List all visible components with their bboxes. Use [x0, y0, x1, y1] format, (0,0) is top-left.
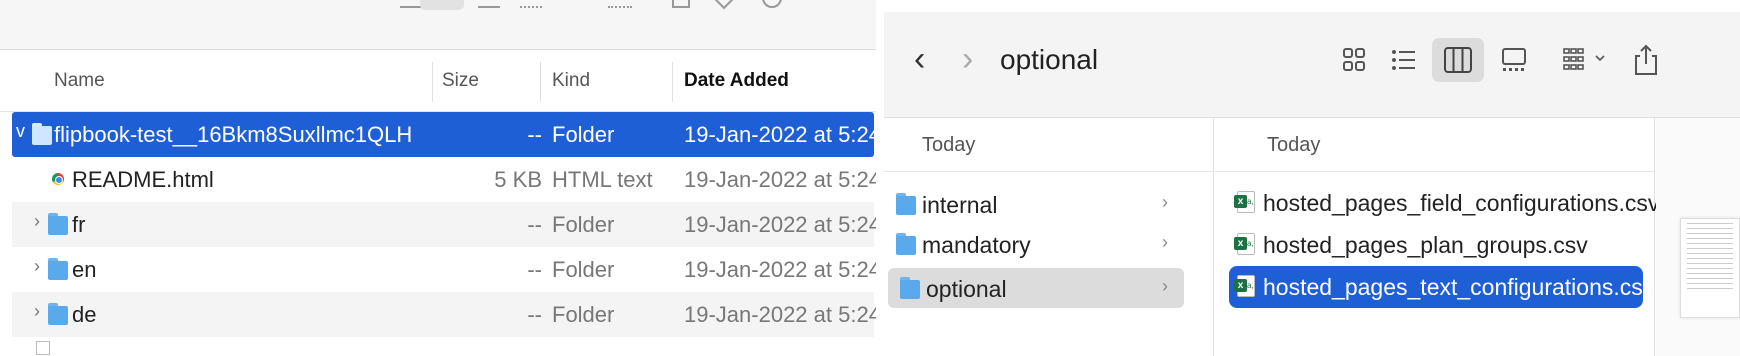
- column-header-label: Today: [922, 134, 976, 156]
- disclosure-open-icon[interactable]: v: [16, 121, 25, 142]
- list-row-readme[interactable]: README.html 5 KB HTML text 19-Jan-2022 a…: [12, 157, 876, 202]
- document-preview-thumbnail: [1680, 218, 1740, 318]
- list-view-icon[interactable]: [420, 0, 464, 10]
- item-date: 19-Jan-2022 at 5:24 PM: [684, 302, 876, 327]
- right-finder-window: ‹ › optional Today internal › mandatory …: [884, 12, 1740, 356]
- chevron-right-icon: ›: [1162, 276, 1168, 296]
- item-date: 19-Jan-2022 at 5:24 PM: [684, 122, 876, 147]
- column-header: Today: [1215, 118, 1654, 172]
- item-name: flipbook-test__16Bkm8Suxllmc1QLH: [54, 122, 413, 147]
- folder-icon: [48, 213, 68, 241]
- column-view-icon[interactable]: [478, 0, 500, 8]
- folder-icon: [32, 123, 52, 151]
- list-row-en[interactable]: › en -- Folder 19-Jan-2022 at 5:24 PM: [12, 247, 876, 292]
- group-icon[interactable]: [608, 0, 632, 8]
- window-gap: [876, 0, 884, 356]
- column-header: Today: [884, 118, 1213, 172]
- column-date-added[interactable]: Date Added: [684, 70, 789, 92]
- chrome-icon: [52, 168, 64, 194]
- item-date: 19-Jan-2022 at 5:24 PM: [684, 257, 876, 282]
- column-divider[interactable]: [540, 62, 541, 102]
- column-divider[interactable]: [432, 62, 433, 102]
- chevron-right-icon: ›: [1162, 192, 1168, 212]
- item-size: --: [527, 302, 542, 327]
- file-row[interactable]: hosted_pages_field_configurations.csv: [1229, 182, 1659, 224]
- column-view-icon[interactable]: [1432, 38, 1484, 82]
- column-size[interactable]: Size: [442, 70, 479, 92]
- disclosure-closed-icon[interactable]: ›: [34, 301, 40, 322]
- item-kind: Folder: [552, 302, 615, 327]
- folder-icon: [896, 233, 916, 261]
- folder-icon: [896, 193, 916, 221]
- file-name: hosted_pages_plan_groups.csv: [1263, 232, 1588, 258]
- column-header-label: Today: [1267, 134, 1321, 156]
- gallery-view-icon[interactable]: [520, 0, 542, 8]
- file-name: hosted_pages_field_configurations.csv: [1263, 190, 1660, 216]
- folder-name: internal: [922, 192, 998, 218]
- gallery-view-icon[interactable]: [1496, 42, 1532, 78]
- item-size: --: [527, 257, 542, 282]
- item-kind: Folder: [552, 212, 615, 237]
- item-name: fr: [72, 212, 86, 237]
- back-button[interactable]: ‹: [914, 40, 925, 79]
- item-date: 19-Jan-2022 at 5:24 PM: [684, 167, 876, 192]
- disclosure-closed-icon[interactable]: ›: [34, 256, 40, 277]
- group-by-icon[interactable]: [1560, 42, 1614, 78]
- item-date: 19-Jan-2022 at 5:24 PM: [684, 212, 876, 237]
- item-size: --: [527, 122, 542, 147]
- item-kind: Folder: [552, 257, 615, 282]
- folder-row-mandatory[interactable]: mandatory ›: [884, 224, 1184, 264]
- item-name: en: [72, 257, 97, 282]
- left-toolbar: [0, 0, 876, 50]
- more-options-icon[interactable]: [762, 0, 782, 8]
- zip-icon: [36, 341, 50, 355]
- excel-csv-icon: [1234, 275, 1255, 303]
- column-divider[interactable]: [672, 62, 673, 102]
- column-kind[interactable]: Kind: [552, 70, 590, 92]
- share-icon[interactable]: [672, 0, 690, 8]
- chevron-right-icon: ›: [1162, 232, 1168, 252]
- excel-csv-icon: [1234, 233, 1255, 261]
- list-row-fr[interactable]: › fr -- Folder 19-Jan-2022 at 5:24 PM: [12, 202, 876, 247]
- tag-icon[interactable]: [712, 0, 736, 10]
- item-name: de: [72, 302, 97, 327]
- icon-view-icon[interactable]: [1336, 42, 1372, 78]
- item-kind: Folder: [552, 122, 615, 147]
- item-size: --: [527, 212, 542, 237]
- folder-name: mandatory: [922, 232, 1031, 258]
- folder-icon: [48, 258, 68, 286]
- preview-pane: [1656, 118, 1740, 356]
- left-finder-window: Name Size Kind Date Added v flipbook-tes…: [0, 0, 876, 356]
- list-view-icon[interactable]: [1386, 42, 1422, 78]
- list-column-header: Name Size Kind Date Added: [0, 50, 876, 112]
- disclosure-closed-icon[interactable]: ›: [34, 211, 40, 232]
- folder-icon: [900, 277, 920, 305]
- list-row-partial[interactable]: [12, 337, 874, 356]
- excel-csv-icon: [1234, 191, 1255, 219]
- window-title: optional: [1000, 44, 1099, 75]
- folder-name: optional: [926, 276, 1007, 302]
- list-row-flipbook-folder[interactable]: v flipbook-test__16Bkm8Suxllmc1QLH -- Fo…: [12, 112, 876, 157]
- folder-row-optional[interactable]: optional ›: [888, 268, 1184, 308]
- file-name: hosted_pages_text_configurations.csv: [1263, 274, 1655, 300]
- right-toolbar: ‹ › optional: [884, 12, 1740, 118]
- share-icon[interactable]: [1628, 42, 1664, 78]
- column-parent: Today internal › mandatory › optional ›: [884, 118, 1214, 356]
- item-size: 5 KB: [494, 167, 542, 192]
- folder-row-internal[interactable]: internal ›: [884, 184, 1184, 224]
- folder-icon: [48, 303, 68, 331]
- column-name[interactable]: Name: [54, 70, 105, 92]
- column-files: Today hosted_pages_field_configurations.…: [1215, 118, 1659, 356]
- file-row-selected[interactable]: hosted_pages_text_configurations.csv: [1229, 266, 1654, 308]
- item-name: README.html: [72, 167, 214, 192]
- forward-button[interactable]: ›: [962, 40, 973, 79]
- list-row-de[interactable]: › de -- Folder 19-Jan-2022 at 5:24 PM: [12, 292, 876, 337]
- file-row[interactable]: hosted_pages_plan_groups.csv: [1229, 224, 1643, 266]
- item-kind: HTML text: [552, 167, 653, 192]
